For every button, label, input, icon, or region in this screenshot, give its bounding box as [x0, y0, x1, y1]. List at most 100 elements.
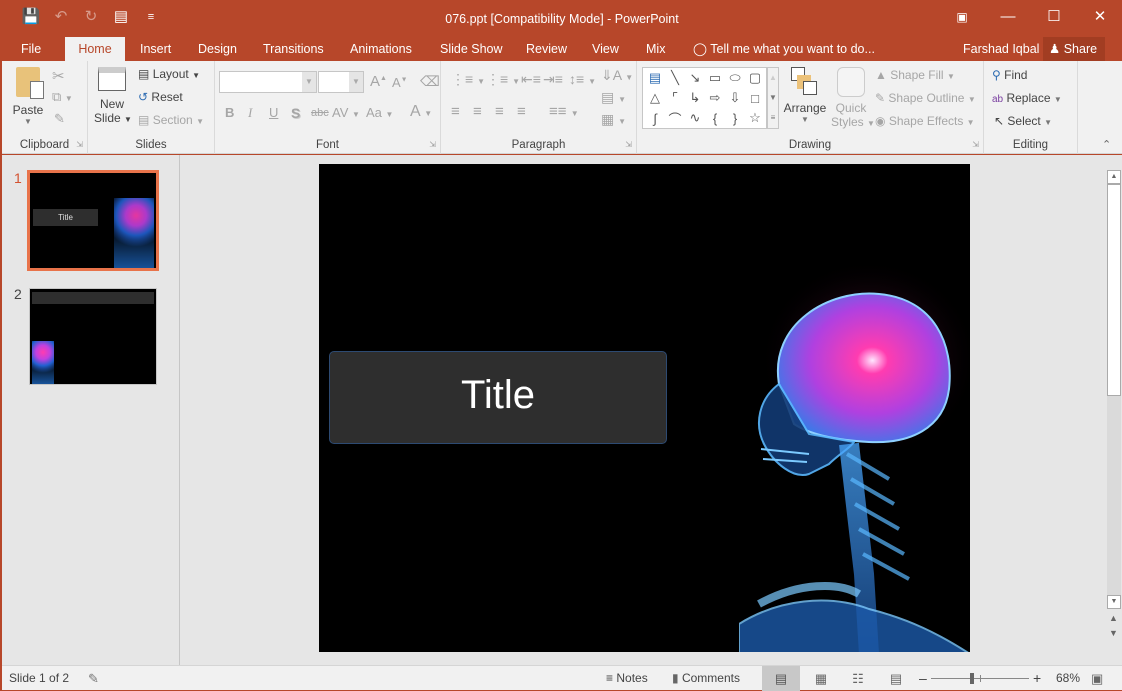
- paragraph-launcher-icon[interactable]: ⇲: [625, 140, 632, 149]
- gallery-down-icon[interactable]: ▼: [768, 88, 778, 108]
- slide-thumbnail-2[interactable]: [29, 288, 157, 385]
- down-arrow-shape-icon[interactable]: ⇩: [725, 90, 745, 106]
- spell-check-icon[interactable]: ✎: [88, 666, 99, 691]
- zoom-in-button[interactable]: +: [1033, 666, 1041, 691]
- drawing-launcher-icon[interactable]: ⇲: [972, 140, 979, 149]
- strikethrough-button[interactable]: abc: [311, 107, 329, 119]
- zoom-out-button[interactable]: –: [919, 666, 927, 691]
- bold-button[interactable]: B: [225, 105, 234, 120]
- font-launcher-icon[interactable]: ⇲: [429, 140, 436, 149]
- paste-button[interactable]: Paste ▼: [12, 67, 44, 126]
- close-icon[interactable]: ✕: [1077, 1, 1122, 33]
- tab-home[interactable]: Home: [65, 37, 125, 61]
- share-button[interactable]: ♟ Share: [1043, 37, 1105, 61]
- scroll-thumb[interactable]: [1107, 184, 1121, 396]
- shapes-gallery-scroll[interactable]: ▲ ▼ ≡: [767, 67, 779, 129]
- zoom-slider-thumb[interactable]: [970, 673, 974, 684]
- user-name[interactable]: Farshad Iqbal: [963, 37, 1039, 61]
- shape-effects-button[interactable]: ◉ Shape Effects ▼: [875, 114, 975, 128]
- tab-slide-show[interactable]: Slide Show: [430, 37, 513, 61]
- cut-icon[interactable]: ✂: [52, 67, 65, 85]
- normal-view-icon[interactable]: ▤: [762, 666, 800, 691]
- elbow-connector-shape-icon[interactable]: ⌜: [665, 90, 685, 106]
- smartart-button[interactable]: ▦ ▼: [601, 111, 626, 128]
- text-box-shape-icon[interactable]: ▤: [645, 70, 665, 86]
- underline-button[interactable]: U: [269, 105, 278, 120]
- increase-indent-icon[interactable]: ⇥≡: [543, 71, 563, 88]
- slide-thumbnail-1[interactable]: Title: [27, 170, 159, 271]
- line-spacing-button[interactable]: ↕≡ ▼: [569, 71, 596, 87]
- next-slide-icon[interactable]: ▼: [1109, 628, 1118, 638]
- scroll-up-button[interactable]: ▲: [1107, 170, 1121, 184]
- clipboard-launcher-icon[interactable]: ⇲: [76, 140, 83, 149]
- italic-button[interactable]: I: [248, 105, 252, 121]
- arrange-button[interactable]: Arrange ▼: [783, 67, 827, 124]
- justify-icon[interactable]: ≡: [517, 103, 526, 120]
- minimize-icon[interactable]: —: [985, 1, 1031, 33]
- gallery-more-icon[interactable]: ≡: [768, 108, 778, 128]
- character-spacing-button[interactable]: AV ▼: [332, 105, 360, 120]
- triangle-shape-icon[interactable]: △: [645, 90, 665, 106]
- format-painter-icon[interactable]: ✎: [54, 111, 65, 127]
- font-color-button[interactable]: A ▼: [410, 103, 432, 121]
- grow-font-button[interactable]: A▲: [370, 73, 387, 90]
- rounded-rectangle-shape-icon[interactable]: ▢: [745, 70, 765, 86]
- fit-slide-icon[interactable]: ▣: [1091, 666, 1103, 691]
- layout-button[interactable]: ▤ Layout ▼: [138, 67, 200, 81]
- select-button[interactable]: ↖ Select ▼: [994, 114, 1052, 128]
- tab-animations[interactable]: Animations: [340, 37, 422, 61]
- slide-show-icon[interactable]: ▤: [886, 666, 906, 691]
- arrow-line-shape-icon[interactable]: ↘: [685, 70, 705, 86]
- align-left-icon[interactable]: ≡: [451, 103, 460, 120]
- previous-slide-icon[interactable]: ▲: [1109, 613, 1118, 623]
- notes-button[interactable]: ≡ Notes: [606, 666, 648, 691]
- reset-button[interactable]: ↺ Reset: [138, 90, 183, 104]
- left-brace-shape-icon[interactable]: {: [705, 111, 725, 126]
- vertical-scrollbar[interactable]: ▲ ▼ ▲ ▼: [1106, 155, 1122, 665]
- zoom-slider[interactable]: [931, 673, 1029, 684]
- font-name-combo[interactable]: ▼: [219, 71, 317, 93]
- star-shape-icon[interactable]: ☆: [745, 110, 765, 126]
- oval-shape-icon[interactable]: ⬭: [725, 70, 745, 86]
- gallery-up-icon[interactable]: ▲: [768, 68, 778, 88]
- right-arrow-shape-icon[interactable]: ⇨: [705, 90, 725, 106]
- find-button[interactable]: ⚲ Find: [992, 68, 1027, 82]
- curve-shape-icon[interactable]: ∿: [685, 110, 705, 126]
- maximize-icon[interactable]: ☐: [1031, 1, 1077, 33]
- shadow-button[interactable]: S: [291, 105, 300, 121]
- tab-view[interactable]: View: [582, 37, 629, 61]
- shape-outline-button[interactable]: ✎ Shape Outline ▼: [875, 91, 976, 105]
- reading-view-icon[interactable]: ☷: [848, 666, 868, 691]
- right-brace-shape-icon[interactable]: }: [725, 111, 745, 126]
- font-size-dropdown-icon[interactable]: ▼: [349, 72, 363, 92]
- font-name-dropdown-icon[interactable]: ▼: [302, 72, 316, 92]
- zoom-level[interactable]: 68%: [1056, 666, 1080, 691]
- shapes-gallery[interactable]: ▤ ╲ ↘ ▭ ⬭ ▢ △ ⌜ ↳ ⇨ ⇩ □ ∫ ⌒ ∿{} ☆: [642, 67, 767, 129]
- tell-me-box[interactable]: ◯ Tell me what you want to do...: [693, 37, 875, 61]
- elbow-arrow-shape-icon[interactable]: ↳: [685, 90, 705, 106]
- ribbon-display-options-icon[interactable]: ▣: [939, 1, 985, 33]
- tab-review[interactable]: Review: [516, 37, 577, 61]
- replace-button[interactable]: ab Replace ▼: [992, 91, 1062, 105]
- slide-canvas[interactable]: Title: [319, 164, 970, 652]
- copy-icon[interactable]: ⧉ ▼: [52, 89, 73, 105]
- comments-button[interactable]: ▮ Comments: [672, 666, 740, 691]
- clear-formatting-icon[interactable]: ⌫: [420, 73, 440, 90]
- slide-sorter-icon[interactable]: ▦: [811, 666, 831, 691]
- align-right-icon[interactable]: ≡: [495, 103, 504, 120]
- bullets-button[interactable]: ⋮≡ ▼: [451, 71, 485, 88]
- new-slide-button[interactable]: New Slide ▼: [94, 67, 132, 125]
- arc-shape-icon[interactable]: ⌒: [665, 109, 685, 128]
- numbering-button[interactable]: ⋮≡ ▼: [486, 71, 520, 88]
- change-case-button[interactable]: Aa ▼: [366, 105, 393, 120]
- scroll-down-button[interactable]: ▼: [1107, 595, 1121, 609]
- scroll-track[interactable]: [1107, 396, 1121, 596]
- rectangle-shape-icon[interactable]: ▭: [705, 70, 725, 86]
- tab-transitions[interactable]: Transitions: [253, 37, 334, 61]
- tab-file[interactable]: File: [11, 37, 51, 61]
- decrease-indent-icon[interactable]: ⇤≡: [521, 71, 541, 88]
- shape-fill-button[interactable]: ▲ Shape Fill ▼: [875, 68, 955, 82]
- flowchart-shape-icon[interactable]: □: [745, 91, 765, 106]
- tab-insert[interactable]: Insert: [130, 37, 181, 61]
- columns-button[interactable]: ≡≡ ▼: [549, 103, 579, 120]
